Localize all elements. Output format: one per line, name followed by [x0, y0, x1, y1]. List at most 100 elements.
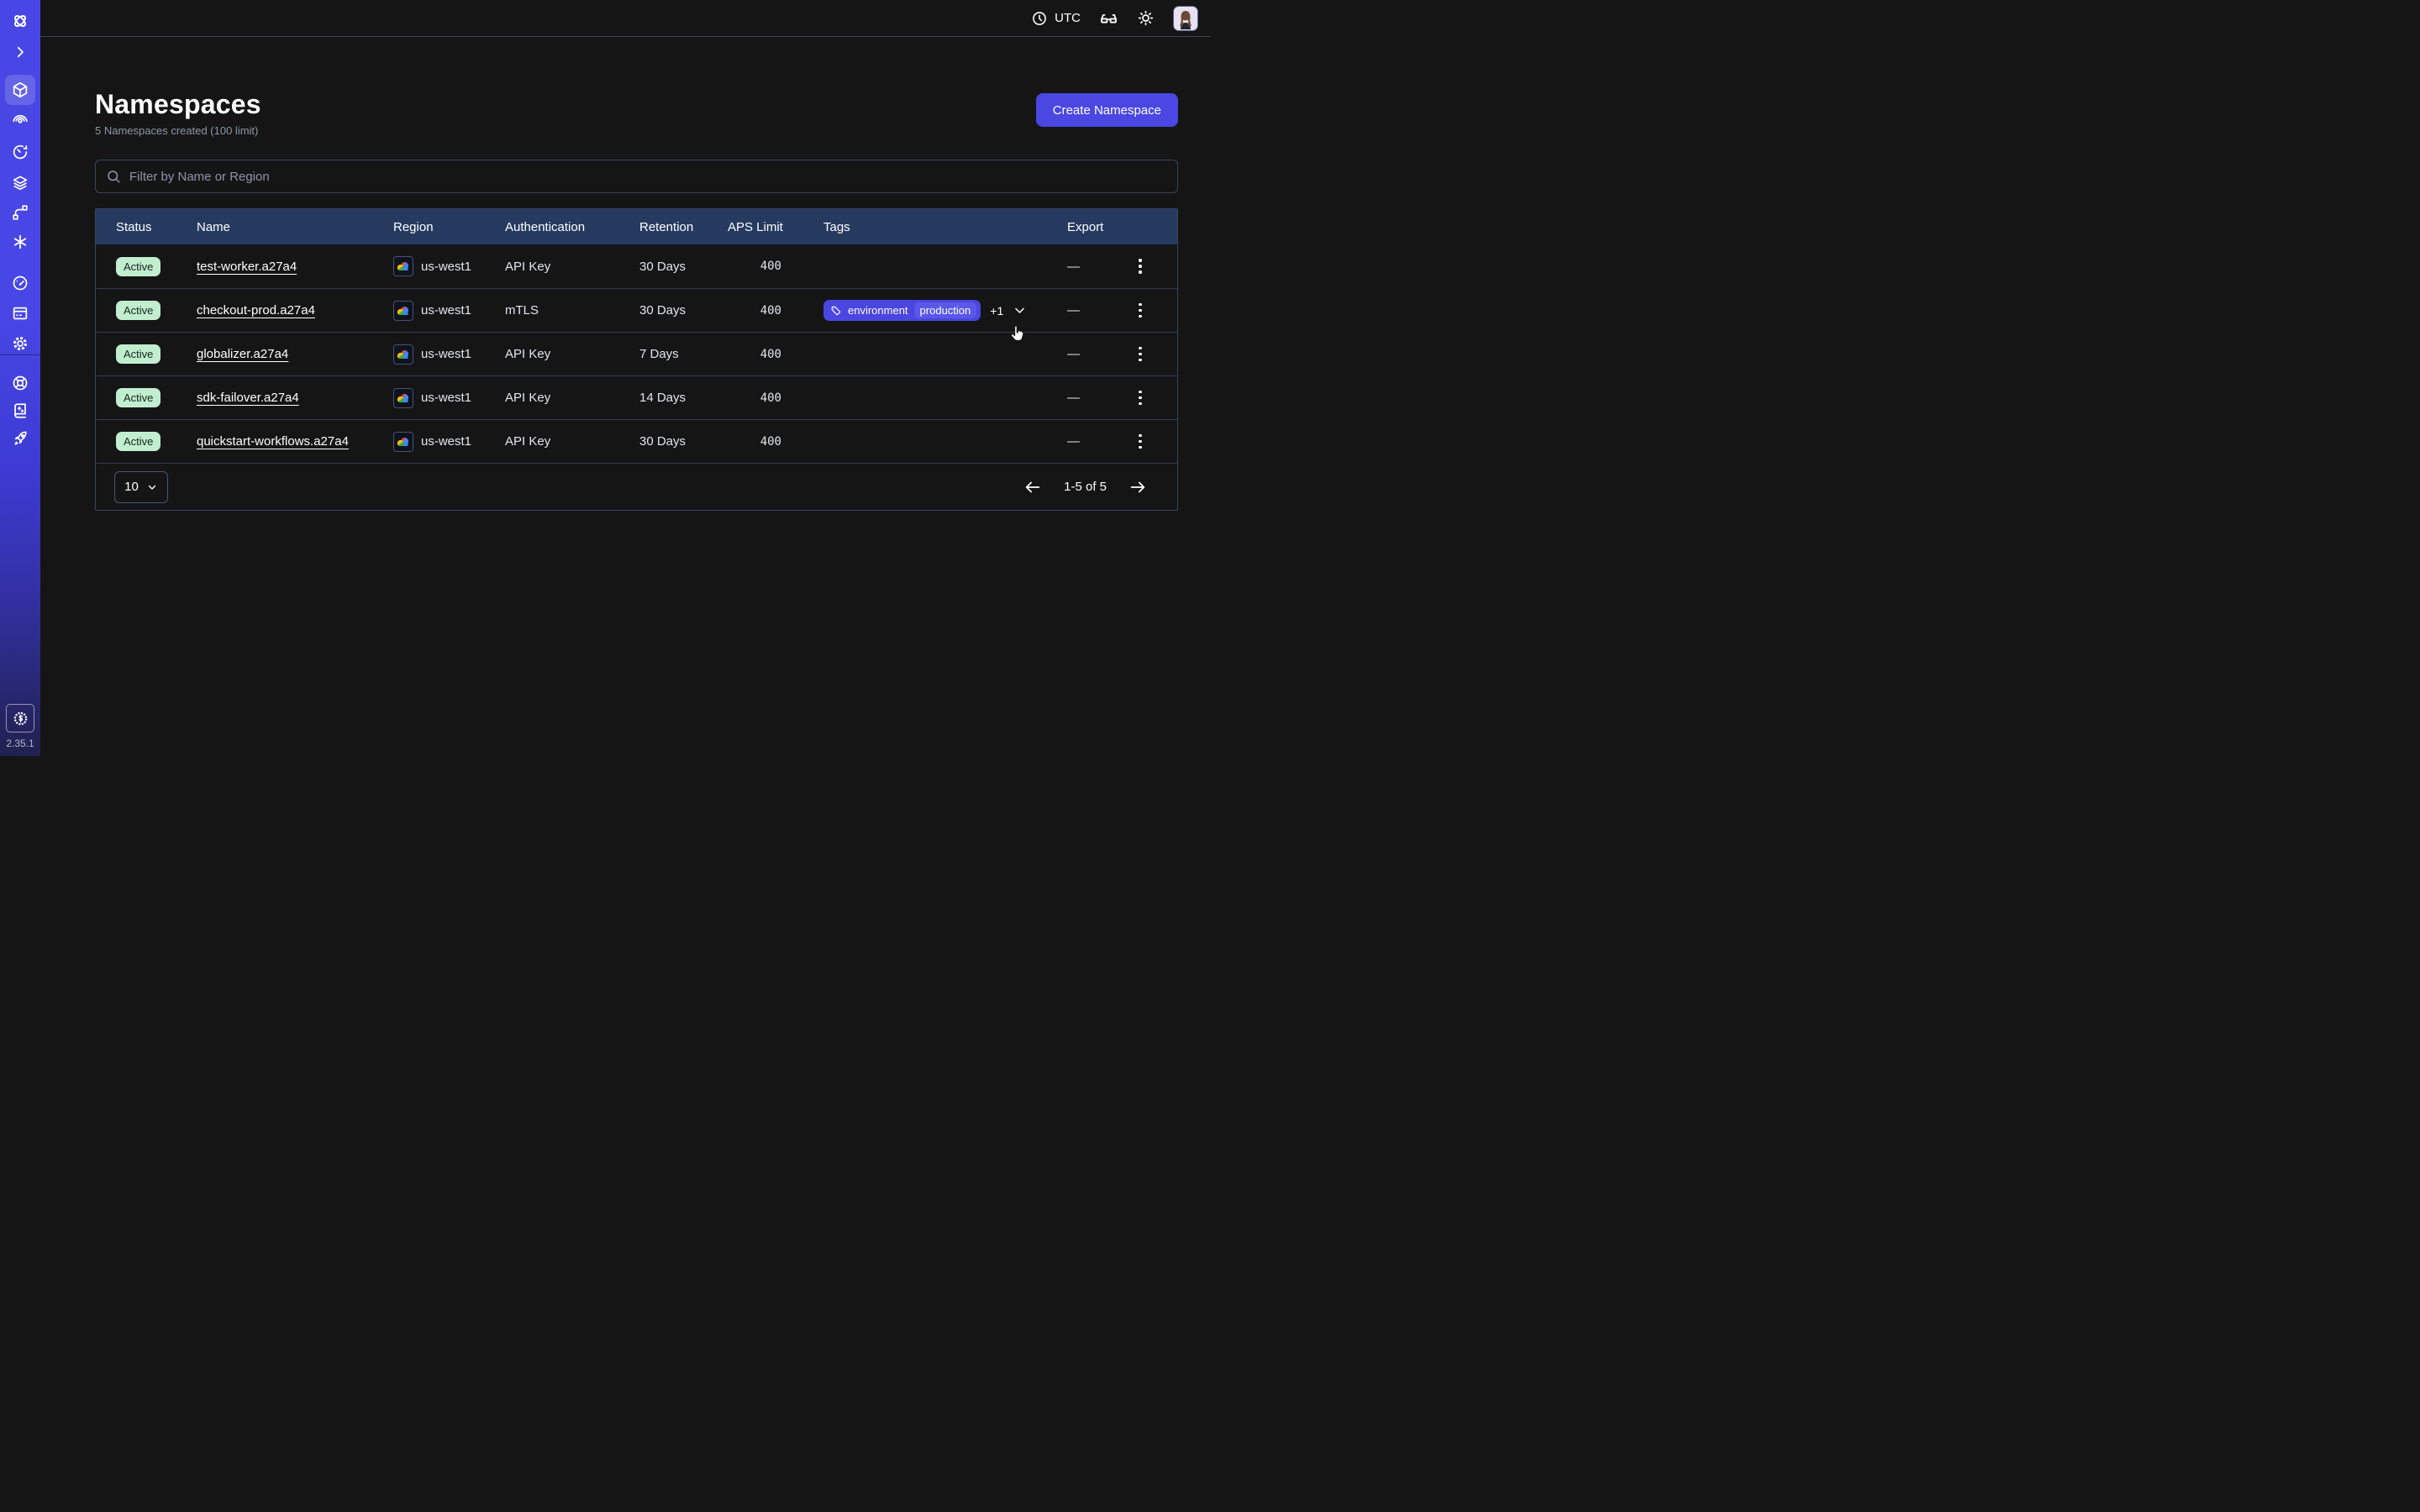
- aps-limit-value: 400: [728, 391, 781, 405]
- chevron-down-icon: [146, 481, 158, 493]
- sidebar-item-batch[interactable]: [0, 172, 40, 192]
- lifebuoy-icon: [11, 374, 29, 392]
- page-title: Namespaces: [95, 88, 261, 120]
- labs-glasses-button[interactable]: [1099, 8, 1118, 28]
- region-label: us-west1: [421, 391, 471, 405]
- gcp-region-icon: [393, 432, 413, 452]
- filter-bar[interactable]: [95, 160, 1178, 193]
- table-row: Active sdk-failover.a27a4 us-west1 API K…: [96, 375, 1177, 419]
- table-row: Active test-worker.a27a4 us-west1 API Ke…: [96, 244, 1177, 288]
- row-menu-button[interactable]: [1130, 255, 1150, 278]
- auth-method: mTLS: [505, 303, 639, 318]
- tags-expand-chevron-icon[interactable]: [1013, 303, 1027, 318]
- table-footer: 10 1-5 of 5: [96, 463, 1177, 510]
- temporal-logo-icon[interactable]: [0, 11, 40, 31]
- asterisk-icon: [11, 233, 29, 251]
- retention-period: 7 Days: [639, 347, 728, 361]
- sidebar-item-workflows[interactable]: [0, 110, 40, 130]
- page-size-value: 10: [124, 480, 139, 494]
- sidebar-item-nexus[interactable]: [0, 232, 40, 252]
- sidebar-item-docs[interactable]: [0, 401, 40, 421]
- billing-card-icon: [11, 304, 29, 323]
- column-header-aps-limit: APS Limit: [728, 220, 781, 234]
- sidebar-expand-chevron-icon[interactable]: [0, 42, 40, 62]
- arrow-left-icon: [1023, 478, 1042, 496]
- sidebar-item-billing[interactable]: [0, 303, 40, 323]
- rocket-icon: [11, 429, 29, 448]
- user-avatar[interactable]: [1173, 6, 1198, 31]
- tags-group: environment production +1: [823, 300, 1027, 321]
- namespace-link[interactable]: test-worker.a27a4: [197, 260, 297, 274]
- status-badge: Active: [116, 344, 160, 364]
- previous-page-button[interactable]: [1023, 478, 1042, 496]
- sidebar-item-deployments[interactable]: [0, 202, 40, 223]
- column-header-region: Region: [393, 220, 505, 234]
- sidebar-item-schedules[interactable]: [0, 142, 40, 162]
- status-badge: Active: [116, 388, 160, 407]
- gear-icon: [11, 334, 29, 353]
- row-menu-button[interactable]: [1130, 343, 1150, 366]
- region-label: us-west1: [421, 303, 471, 318]
- retention-period: 30 Days: [639, 260, 728, 274]
- row-menu-button[interactable]: [1130, 299, 1150, 323]
- layers-icon: [11, 173, 29, 192]
- sidebar-item-settings[interactable]: [0, 333, 40, 354]
- sidebar-divider: [0, 354, 40, 355]
- namespace-link[interactable]: globalizer.a27a4: [197, 347, 288, 361]
- table-body: Active test-worker.a27a4 us-west1 API Ke…: [96, 244, 1177, 463]
- theme-toggle-button[interactable]: [1137, 9, 1155, 27]
- aps-limit-value: 400: [728, 304, 781, 318]
- timer-icon: [11, 143, 29, 161]
- retention-period: 30 Days: [639, 303, 728, 318]
- retention-period: 30 Days: [639, 434, 728, 449]
- tags-more-count: +1: [990, 304, 1003, 318]
- sun-icon: [1137, 9, 1155, 27]
- namespace-link[interactable]: checkout-prod.a27a4: [197, 303, 315, 318]
- timezone-selector[interactable]: UTC: [1031, 10, 1081, 27]
- page-size-select[interactable]: 10: [114, 471, 168, 503]
- pagination: 1-5 of 5: [1023, 478, 1147, 496]
- column-header-name: Name: [197, 220, 393, 234]
- region-label: us-west1: [421, 260, 471, 274]
- pagination-range: 1-5 of 5: [1064, 480, 1107, 494]
- namespace-link[interactable]: sdk-failover.a27a4: [197, 391, 299, 405]
- filter-input[interactable]: [129, 170, 1167, 184]
- export-value: —: [1067, 303, 1130, 318]
- table-row: Active checkout-prod.a27a4 us-west1 mTLS…: [96, 288, 1177, 332]
- status-badge: Active: [116, 432, 160, 451]
- next-page-button[interactable]: [1128, 478, 1147, 496]
- timezone-label: UTC: [1055, 11, 1081, 25]
- app-version: 2.35.1: [0, 738, 40, 749]
- arrow-right-icon: [1128, 478, 1147, 496]
- dollar-seal-icon: [12, 710, 29, 727]
- sidebar-item-usage[interactable]: [0, 273, 40, 293]
- sidebar-item-namespaces[interactable]: [5, 75, 35, 105]
- sidebar-item-pricing[interactable]: [6, 704, 34, 732]
- row-menu-button[interactable]: [1130, 386, 1150, 410]
- sidebar-item-getting-started[interactable]: [0, 428, 40, 449]
- table-row: Active quickstart-workflows.a27a4 us-wes…: [96, 419, 1177, 463]
- column-header-export: Export: [1067, 220, 1130, 234]
- book-sparkles-icon: [11, 402, 29, 420]
- gcp-region-icon: [393, 256, 413, 276]
- sidebar-item-support[interactable]: [0, 373, 40, 393]
- namespaces-table: Status Name Region Authentication Retent…: [95, 208, 1178, 511]
- column-header-tags: Tags: [781, 220, 1067, 234]
- tag-chip[interactable]: environment production: [823, 300, 981, 321]
- status-badge: Active: [116, 257, 160, 276]
- cube-icon: [11, 81, 29, 99]
- branch-icon: [11, 203, 29, 222]
- export-value: —: [1067, 434, 1130, 449]
- page-header: Namespaces 5 Namespaces created (100 lim…: [95, 88, 1178, 137]
- region-label: us-west1: [421, 434, 471, 449]
- namespace-link[interactable]: quickstart-workflows.a27a4: [197, 434, 349, 449]
- create-namespace-button[interactable]: Create Namespace: [1036, 93, 1178, 127]
- table-header-row: Status Name Region Authentication Retent…: [96, 209, 1177, 244]
- row-menu-button[interactable]: [1130, 430, 1150, 454]
- auth-method: API Key: [505, 347, 639, 361]
- aps-limit-value: 400: [728, 435, 781, 449]
- region-label: us-west1: [421, 347, 471, 361]
- auth-method: API Key: [505, 260, 639, 274]
- tag-value: production: [914, 302, 977, 318]
- gcp-region-icon: [393, 344, 413, 365]
